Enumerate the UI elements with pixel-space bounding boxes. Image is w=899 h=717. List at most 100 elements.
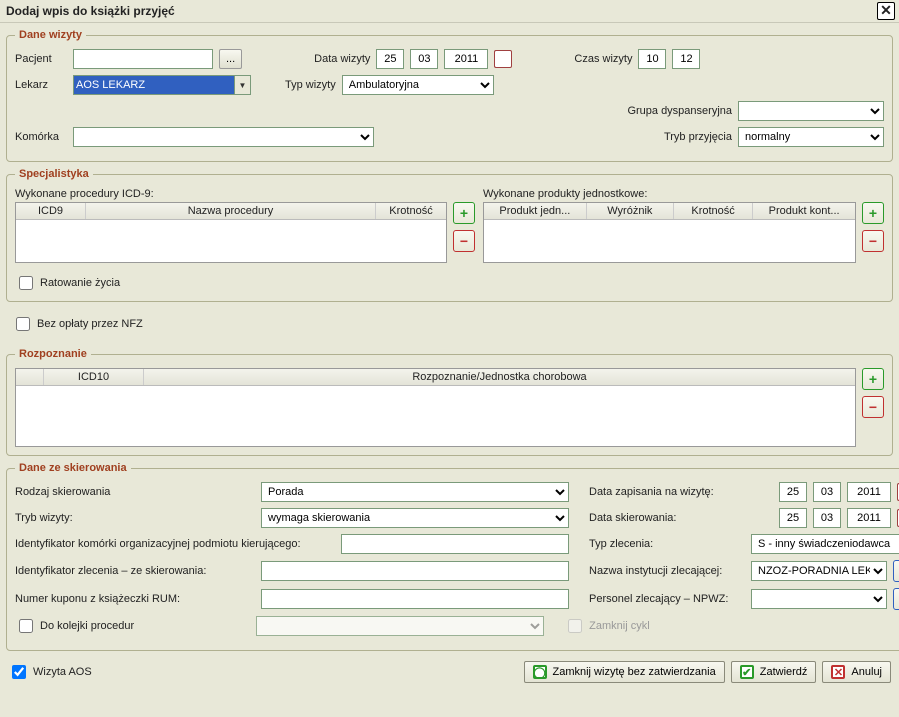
units-remove-button[interactable]: − xyxy=(862,230,884,252)
save-date-month[interactable] xyxy=(813,482,841,502)
stop-icon: ◯ xyxy=(533,665,547,679)
order-id-label: Identyfikator zlecenia – ze skierowania: xyxy=(15,565,255,577)
visit-mode-label: Tryb wizyty: xyxy=(15,512,255,524)
save-date-year[interactable] xyxy=(847,482,891,502)
referral-date-year[interactable] xyxy=(847,508,891,528)
visit-time-label: Czas wizyty xyxy=(574,53,632,65)
doctor-value: AOS LEKARZ xyxy=(76,79,145,91)
specialty-legend: Specjalistyka xyxy=(15,168,93,180)
coupon-input[interactable] xyxy=(261,589,569,609)
window-title: Dodaj wpis do książki przyjęć xyxy=(6,4,175,18)
npwz-lookup-button[interactable]: ▲ xyxy=(893,588,899,610)
dispensary-group-select[interactable] xyxy=(738,101,884,121)
patient-browse-button[interactable]: ... xyxy=(219,49,242,69)
close-icon[interactable]: ✕ xyxy=(877,2,895,20)
aos-visit-label: Wizyta AOS xyxy=(33,666,92,678)
referral-legend: Dane ze skierowania xyxy=(15,462,131,474)
org-id-label: Identyfikator komórki organizacyjnej pod… xyxy=(15,538,335,550)
doctor-label: Lekarz xyxy=(15,79,67,91)
check-icon: ✔ xyxy=(740,665,754,679)
cancel-button[interactable]: ✕ Anuluj xyxy=(822,661,891,683)
icd9-col-mult: Krotność xyxy=(376,203,446,219)
units-table-header: Produkt jedn... Wyróżnik Krotność Produk… xyxy=(484,203,855,220)
npwz-label: Personel zlecający – NPWZ: xyxy=(589,593,739,605)
units-col-diff: Wyróżnik xyxy=(587,203,674,219)
calendar-icon[interactable] xyxy=(494,50,512,68)
visit-time-min[interactable] xyxy=(672,49,700,69)
procedure-queue-checkbox[interactable] xyxy=(19,619,33,633)
visit-legend: Dane wizyty xyxy=(15,29,86,41)
visit-type-label: Typ wizyty xyxy=(285,79,336,91)
procedure-queue-select xyxy=(256,616,544,636)
save-date-label: Data zapisania na wizytę: xyxy=(589,486,735,498)
nfz-free-label: Bez opłaty przez NFZ xyxy=(37,318,143,330)
diagnosis-add-button[interactable]: + xyxy=(862,368,884,390)
diagnosis-table-body[interactable] xyxy=(16,386,855,446)
referral-kind-label: Rodzaj skierowania xyxy=(15,486,255,498)
visit-mode-select[interactable]: wymaga skierowania xyxy=(261,508,569,528)
units-col-prod: Produkt jedn... xyxy=(484,203,587,219)
visit-date-month[interactable] xyxy=(410,49,438,69)
diagnosis-section: Rozpoznanie ICD10 Rozpoznanie/Jednostka … xyxy=(6,348,893,456)
admission-mode-label: Tryb przyjęcia xyxy=(664,131,732,143)
cell-select[interactable] xyxy=(73,127,374,147)
icd9-col-code: ICD9 xyxy=(16,203,86,219)
admission-mode-select[interactable]: normalny xyxy=(738,127,884,147)
patient-input[interactable] xyxy=(73,49,213,69)
referral-date-month[interactable] xyxy=(813,508,841,528)
diagnosis-col-icd10: ICD10 xyxy=(44,369,144,385)
coupon-label: Numer kuponu z książeczki RUM: xyxy=(15,593,255,605)
visit-type-select[interactable]: Ambulatoryjna xyxy=(342,75,494,95)
patient-label: Pacjent xyxy=(15,53,67,65)
icd9-table-body[interactable] xyxy=(16,220,446,262)
referral-date-label: Data skierowania: xyxy=(589,512,735,524)
close-cycle-checkbox xyxy=(568,619,582,633)
close-cycle-label: Zamknij cykl xyxy=(589,620,650,632)
save-date-day[interactable] xyxy=(779,482,807,502)
visit-date-day[interactable] xyxy=(376,49,404,69)
close-without-confirm-button[interactable]: ◯ Zamknij wizytę bez zatwierdzania xyxy=(524,661,725,683)
units-col-mult: Krotność xyxy=(674,203,753,219)
referral-date-day[interactable] xyxy=(779,508,807,528)
units-table-body[interactable] xyxy=(484,220,855,262)
rescue-label: Ratowanie życia xyxy=(40,277,120,289)
doctor-select[interactable]: AOS LEKARZ ▼ xyxy=(73,75,251,95)
order-type-select[interactable]: S - inny świadczeniodawca xyxy=(751,534,899,554)
institution-select[interactable]: NZOZ-PORADNIA LEK xyxy=(751,561,887,581)
nfz-free-checkbox[interactable] xyxy=(16,317,30,331)
referral-section: Dane ze skierowania Rodzaj skierowania P… xyxy=(6,462,899,651)
icd9-table-header: ICD9 Nazwa procedury Krotność xyxy=(16,203,446,220)
diagnosis-remove-button[interactable]: − xyxy=(862,396,884,418)
icd9-col-name: Nazwa procedury xyxy=(86,203,376,219)
aos-visit-checkbox[interactable] xyxy=(12,665,26,679)
referral-kind-select[interactable]: Porada xyxy=(261,482,569,502)
order-type-label: Typ zlecenia: xyxy=(589,538,735,550)
cell-label: Komórka xyxy=(15,131,67,143)
icd9-add-button[interactable]: + xyxy=(453,202,475,224)
icd9-caption: Wykonane procedury ICD-9: xyxy=(15,188,475,200)
visit-section: Dane wizyty Pacjent ... Data wizyty Czas… xyxy=(6,29,893,162)
confirm-button[interactable]: ✔ Zatwierdź xyxy=(731,661,817,683)
dispensary-group-label: Grupa dyspanseryjna xyxy=(627,105,732,117)
npwz-select[interactable] xyxy=(751,589,887,609)
visit-date-label: Data wizyty xyxy=(314,53,370,65)
x-icon: ✕ xyxy=(831,665,845,679)
diagnosis-col-blank xyxy=(16,369,44,385)
visit-time-hour[interactable] xyxy=(638,49,666,69)
units-add-button[interactable]: + xyxy=(862,202,884,224)
diagnosis-legend: Rozpoznanie xyxy=(15,348,91,360)
visit-date-year[interactable] xyxy=(444,49,488,69)
org-id-input[interactable] xyxy=(341,534,569,554)
procedure-queue-label: Do kolejki procedur xyxy=(40,620,134,632)
institution-lookup-button[interactable]: ▲ xyxy=(893,560,899,582)
specialty-section: Specjalistyka Wykonane procedury ICD-9: … xyxy=(6,168,893,302)
icd9-remove-button[interactable]: − xyxy=(453,230,475,252)
institution-label: Nazwa instytucji zlecającej: xyxy=(589,565,739,577)
units-caption: Wykonane produkty jednostkowe: xyxy=(483,188,884,200)
order-id-input[interactable] xyxy=(261,561,569,581)
diagnosis-col-name: Rozpoznanie/Jednostka chorobowa xyxy=(144,369,855,385)
diagnosis-table-header: ICD10 Rozpoznanie/Jednostka chorobowa xyxy=(16,369,855,386)
chevron-down-icon: ▼ xyxy=(234,76,250,94)
rescue-checkbox[interactable] xyxy=(19,276,33,290)
units-col-cont: Produkt kont... xyxy=(753,203,855,219)
